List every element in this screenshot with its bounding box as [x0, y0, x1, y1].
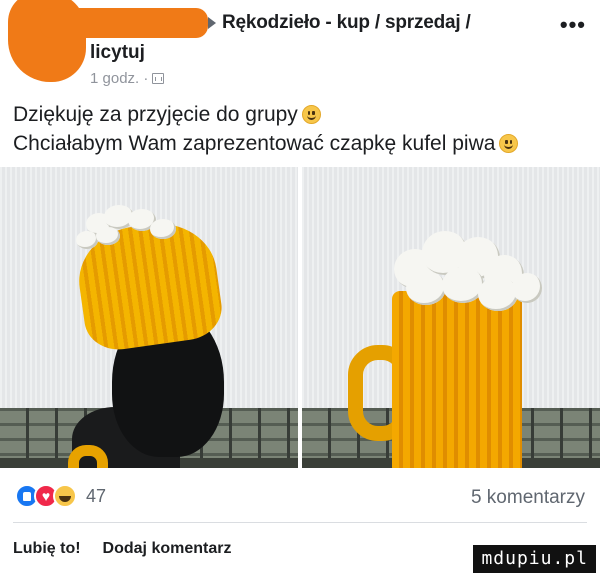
reaction-count: 47: [86, 485, 107, 506]
post-actions: Lubię to! Dodaj komentarz: [13, 540, 231, 558]
post-text: Dziękuję za przyjęcie do grupy Chciałaby…: [13, 100, 519, 158]
hat-foam: [76, 231, 98, 249]
mug-foam: [512, 273, 542, 303]
post-photos: [0, 167, 600, 468]
divider: [13, 522, 587, 523]
photo-hat-as-mug[interactable]: [302, 167, 600, 468]
group-audience-icon: [152, 73, 165, 84]
post-time[interactable]: 1 godz. ·: [90, 70, 148, 87]
post-meta: 1 godz. ·: [90, 70, 590, 87]
comments-count-link[interactable]: 5 komentarzy: [471, 487, 585, 509]
reactions-summary[interactable]: 47: [15, 484, 106, 508]
mug-foam: [406, 271, 446, 305]
mug-body: [392, 291, 522, 468]
group-name-link[interactable]: Rękodzieło - kup / sprzedaj /: [222, 12, 471, 34]
hat-foam: [150, 219, 176, 239]
smile-emoji-icon: [301, 105, 321, 124]
arrow-right-icon: [208, 17, 216, 29]
photo-hat-on-mannequin[interactable]: [0, 167, 298, 468]
post-line-2: Chciałabym Wam zaprezentować czapkę kufe…: [13, 129, 519, 158]
post-line-1: Dziękuję za przyjęcie do grupy: [13, 100, 518, 129]
group-name-continued[interactable]: licytuj: [90, 42, 590, 66]
add-comment-button[interactable]: Dodaj komentarz: [103, 540, 232, 558]
post-header: Rękodzieło - kup / sprzedaj / ••• licytu…: [90, 10, 590, 87]
group-line: Rękodzieło - kup / sprzedaj /: [90, 10, 590, 36]
smile-emoji-icon: [499, 134, 519, 153]
more-options-button[interactable]: •••: [560, 12, 586, 38]
hat-foam: [96, 227, 120, 245]
watermark-logo: mdupiu.pl: [473, 545, 596, 573]
haha-reaction-icon: [53, 484, 77, 508]
like-button[interactable]: Lubię to!: [13, 540, 81, 558]
beer-hat: [70, 205, 226, 355]
